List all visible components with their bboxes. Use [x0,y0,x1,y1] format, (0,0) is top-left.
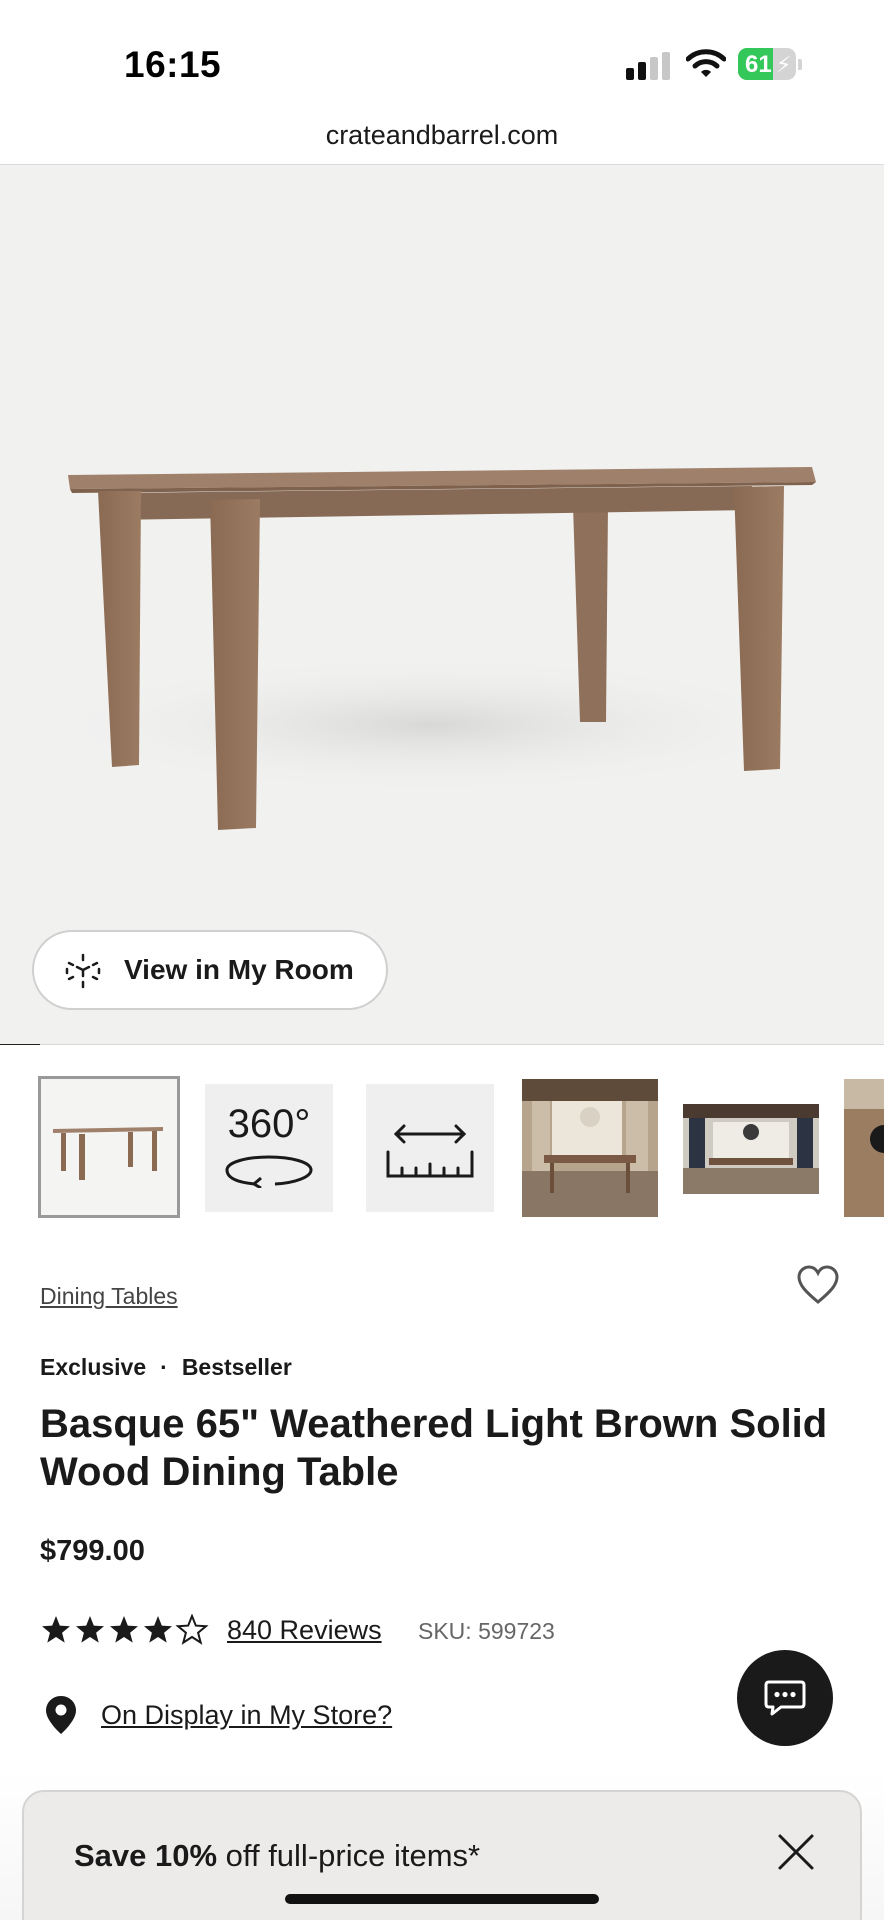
address-bar[interactable]: crateandbarrel.com [0,120,884,164]
sku-text: SKU: 599723 [418,1618,555,1644]
chat-button[interactable] [737,1650,833,1746]
signal-icon [626,52,670,80]
star-icon [42,1616,70,1643]
thumbnail-table-photo[interactable] [38,1076,180,1218]
location-pin-icon [46,1696,76,1734]
promo-bold: Save 10% [74,1838,218,1873]
star-icon [110,1616,138,1643]
view-in-my-room-label: View in My Room [124,954,354,985]
thumbnail-dimensions[interactable] [366,1084,494,1212]
badge-separator: · [160,1354,168,1380]
category-link[interactable]: Dining Tables [40,1283,178,1310]
thumbnail-dining-room-photo-2[interactable] [683,1104,819,1194]
star-rating[interactable] [40,1614,210,1646]
battery-level: 61 [745,51,772,78]
badge-bestseller: Bestseller [181,1354,292,1380]
view-in-my-room-button[interactable]: View in My Room [32,930,388,1010]
status-time: 16:15 [124,44,222,85]
url-text[interactable]: crateandbarrel.com [326,120,559,150]
thumbnail-strip[interactable]: 360° [0,1074,884,1220]
store-display-link[interactable]: On Display in My Store? [101,1700,392,1731]
star-icon [144,1616,172,1643]
close-icon[interactable] [776,1832,816,1872]
badge-exclusive: Exclusive [40,1354,147,1380]
carousel-progress [0,1044,884,1045]
thumbnail-360-view[interactable]: 360° [205,1084,333,1212]
heart-icon[interactable] [796,1264,840,1306]
star-icon [177,1615,207,1644]
rotate-icon [225,1155,313,1188]
store-availability[interactable]: On Display in My Store? [44,1694,644,1738]
promo-text: Save 10% off full-price items* [74,1838,480,1874]
wifi-icon [685,48,727,80]
ruler-icon [386,1124,474,1178]
home-indicator[interactable] [285,1894,599,1904]
product-hero-image[interactable] [0,165,884,1045]
dining-table-image [40,467,820,830]
thumbnail-partial-photo[interactable] [844,1079,884,1217]
star-icon [76,1616,104,1643]
status-bar: 16:15 61 ⚡ [0,0,884,120]
product-title: Basque 65" Weathered Light Brown Solid W… [40,1402,828,1494]
ar-cube-icon [65,953,101,989]
battery-charging-icon: 61 ⚡ [738,48,802,80]
promo-rest: off full-price items* [217,1838,481,1873]
thumbnail-dining-room-photo[interactable] [522,1079,658,1217]
product-badges: Exclusive · Bestseller [40,1354,292,1381]
reviews-link[interactable]: 840 Reviews [227,1615,382,1646]
label-360: 360° [227,1102,311,1146]
product-price: $799.00 [40,1535,145,1567]
chat-icon [764,1680,806,1716]
rating-row: 840 Reviews SKU: 599723 [40,1612,860,1648]
